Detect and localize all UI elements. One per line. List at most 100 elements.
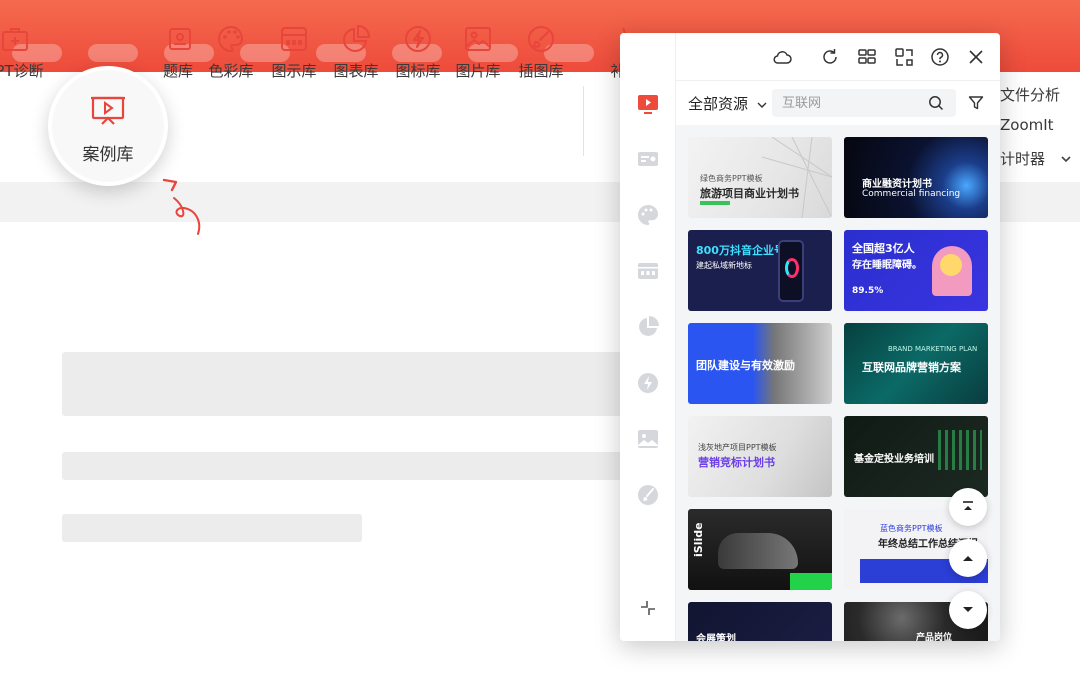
template-card[interactable]: 会展策划 bbox=[688, 602, 832, 641]
presentation-icon bbox=[91, 96, 125, 125]
diagram-icon[interactable] bbox=[636, 259, 660, 283]
card-stat: 89.5% bbox=[852, 286, 884, 296]
card-title: 团队建设与有效激励 bbox=[696, 359, 795, 372]
caret-down-icon bbox=[963, 607, 973, 612]
ribbon-timer[interactable]: 计时器 bbox=[1000, 148, 1072, 169]
panel-header bbox=[676, 33, 1000, 81]
lightning-icon bbox=[405, 26, 431, 52]
template-card[interactable]: 800万抖音企业号 建起私域新地标 bbox=[688, 230, 832, 311]
chevron-down-icon bbox=[757, 102, 767, 108]
search-input[interactable] bbox=[772, 89, 922, 117]
search-box bbox=[772, 89, 956, 117]
card-title: 商业融资计划书 bbox=[862, 179, 932, 190]
card-subtitle: BRAND MARKETING PLAN bbox=[888, 345, 978, 353]
template-card[interactable]: 浅灰地产项目PPT模板 营销竞标计划书 bbox=[688, 416, 832, 497]
accent-bar bbox=[700, 201, 730, 205]
card-subtitle: 蓝色商务PPT模板 bbox=[880, 524, 943, 533]
image-icon bbox=[465, 27, 491, 51]
category-dropdown[interactable]: 全部资源 bbox=[688, 93, 767, 114]
highlight-case-library[interactable]: 案例库 bbox=[48, 66, 168, 186]
ribbon-file-analysis[interactable]: 文件分析 bbox=[1000, 84, 1060, 105]
scroll-down-button[interactable] bbox=[949, 591, 987, 629]
pointer-arrow-icon bbox=[162, 178, 201, 235]
card-title: 会展策划 bbox=[696, 634, 736, 641]
chart-graphic bbox=[938, 430, 982, 470]
ribbon-label: 图标库 bbox=[395, 62, 441, 80]
ribbon-diagram-library[interactable]: 图示库 bbox=[259, 22, 329, 81]
ribbon-illustration-library[interactable]: 插图库 bbox=[506, 22, 576, 81]
template-card[interactable]: 全国超3亿人 存在睡眠障碍。 89.5% bbox=[844, 230, 988, 311]
diagram-icon bbox=[281, 27, 307, 51]
template-card[interactable]: 绿色商务PPT模板 旅游项目商业计划书 bbox=[688, 137, 832, 218]
lightning-icon[interactable] bbox=[636, 371, 660, 395]
highlight-label: 案例库 bbox=[82, 145, 134, 165]
template-card[interactable]: 商业融资计划书 Commercial financing bbox=[844, 137, 988, 218]
car-graphic bbox=[718, 533, 798, 569]
illustration-graphic bbox=[940, 254, 962, 276]
template-card[interactable]: BRAND MARKETING PLAN 互联网品牌营销方案 bbox=[844, 323, 988, 404]
search-icon[interactable] bbox=[928, 95, 944, 111]
panel-sidebar bbox=[620, 33, 676, 641]
placeholder-block bbox=[62, 452, 622, 480]
card-title: 800万抖音企业号 bbox=[696, 244, 785, 257]
ribbon-label: 图示库 bbox=[271, 62, 317, 80]
close-icon[interactable] bbox=[966, 47, 986, 67]
ribbon-image-library[interactable]: 图片库 bbox=[443, 22, 513, 81]
template-card[interactable]: 团队建设与有效激励 bbox=[688, 323, 832, 404]
caret-up-icon bbox=[963, 556, 973, 561]
theme-icon bbox=[169, 28, 191, 50]
logo-graphic bbox=[785, 258, 799, 278]
cloud-icon[interactable] bbox=[772, 47, 792, 67]
palette-icon bbox=[218, 25, 244, 53]
ribbon-label: 插图库 bbox=[518, 62, 564, 80]
ribbon-chart-library[interactable]: 图表库 bbox=[321, 22, 391, 81]
pie-chart-icon bbox=[343, 24, 371, 52]
ribbon-ppt-diagnose[interactable]: PPT诊断 bbox=[0, 22, 50, 81]
filter-icon[interactable] bbox=[968, 95, 984, 111]
image-icon[interactable] bbox=[636, 427, 660, 451]
ribbon-label: 计时器 bbox=[1000, 150, 1046, 168]
card-title: 全国超3亿人 bbox=[852, 242, 915, 255]
palette-icon[interactable] bbox=[636, 203, 660, 227]
ribbon-zoomit[interactable]: ZoomIt bbox=[1000, 116, 1054, 134]
card-subtitle: 存在睡眠障碍。 bbox=[852, 260, 922, 271]
pie-chart-icon[interactable] bbox=[636, 315, 660, 339]
ribbon-color-library[interactable]: 色彩库 bbox=[196, 22, 266, 81]
card-subtitle: 绿色商务PPT模板 bbox=[700, 174, 763, 183]
scan-icon[interactable] bbox=[894, 47, 914, 67]
card-title: iSlide bbox=[692, 522, 705, 557]
scroll-top-button[interactable] bbox=[949, 488, 987, 526]
ribbon-label: 图表库 bbox=[333, 62, 379, 80]
card-title: 互联网品牌营销方案 bbox=[862, 361, 961, 374]
brush-icon[interactable] bbox=[636, 483, 660, 507]
brush-icon bbox=[528, 26, 554, 52]
building-graphic bbox=[762, 137, 832, 218]
refresh-icon[interactable] bbox=[820, 47, 840, 67]
ribbon-separator bbox=[583, 86, 584, 156]
card-title: 旅游项目商业计划书 bbox=[700, 187, 799, 200]
template-card[interactable]: 基金定投业务培训 bbox=[844, 416, 988, 497]
grid-icon[interactable] bbox=[857, 47, 877, 67]
chevron-down-icon[interactable] bbox=[1060, 154, 1072, 164]
scroll-up-button[interactable] bbox=[949, 539, 987, 577]
template-card[interactable]: iSlide bbox=[688, 509, 832, 590]
placeholder-block bbox=[62, 514, 362, 542]
card-title: 营销竞标计划书 bbox=[698, 456, 775, 469]
tab-placeholder[interactable] bbox=[88, 44, 138, 62]
card-title: 基金定投业务培训 bbox=[854, 454, 934, 465]
card-title: 产品岗位 bbox=[916, 633, 953, 641]
panel-filter-bar: 全部资源 bbox=[676, 81, 1000, 125]
resource-panel: 全部资源 绿色商务PPT模板 旅游项目商业计划书 商业融资计划书 Commerc… bbox=[620, 33, 1000, 641]
help-icon[interactable] bbox=[930, 47, 950, 67]
scroll-top-icon bbox=[963, 501, 973, 510]
collapse-icon[interactable] bbox=[639, 599, 657, 617]
case-library-icon[interactable] bbox=[636, 91, 660, 115]
ribbon-label: 图片库 bbox=[455, 62, 501, 80]
toolbox-icon bbox=[2, 28, 28, 51]
card-subtitle: Commercial financing bbox=[862, 189, 961, 199]
card-subtitle: 建起私域新地标 bbox=[696, 261, 752, 270]
theme-icon[interactable] bbox=[636, 147, 660, 171]
ribbon-label: PPT诊断 bbox=[0, 62, 44, 80]
ribbon-label: 题库 bbox=[162, 62, 193, 80]
card-subtitle: 浅灰地产项目PPT模板 bbox=[698, 443, 777, 452]
